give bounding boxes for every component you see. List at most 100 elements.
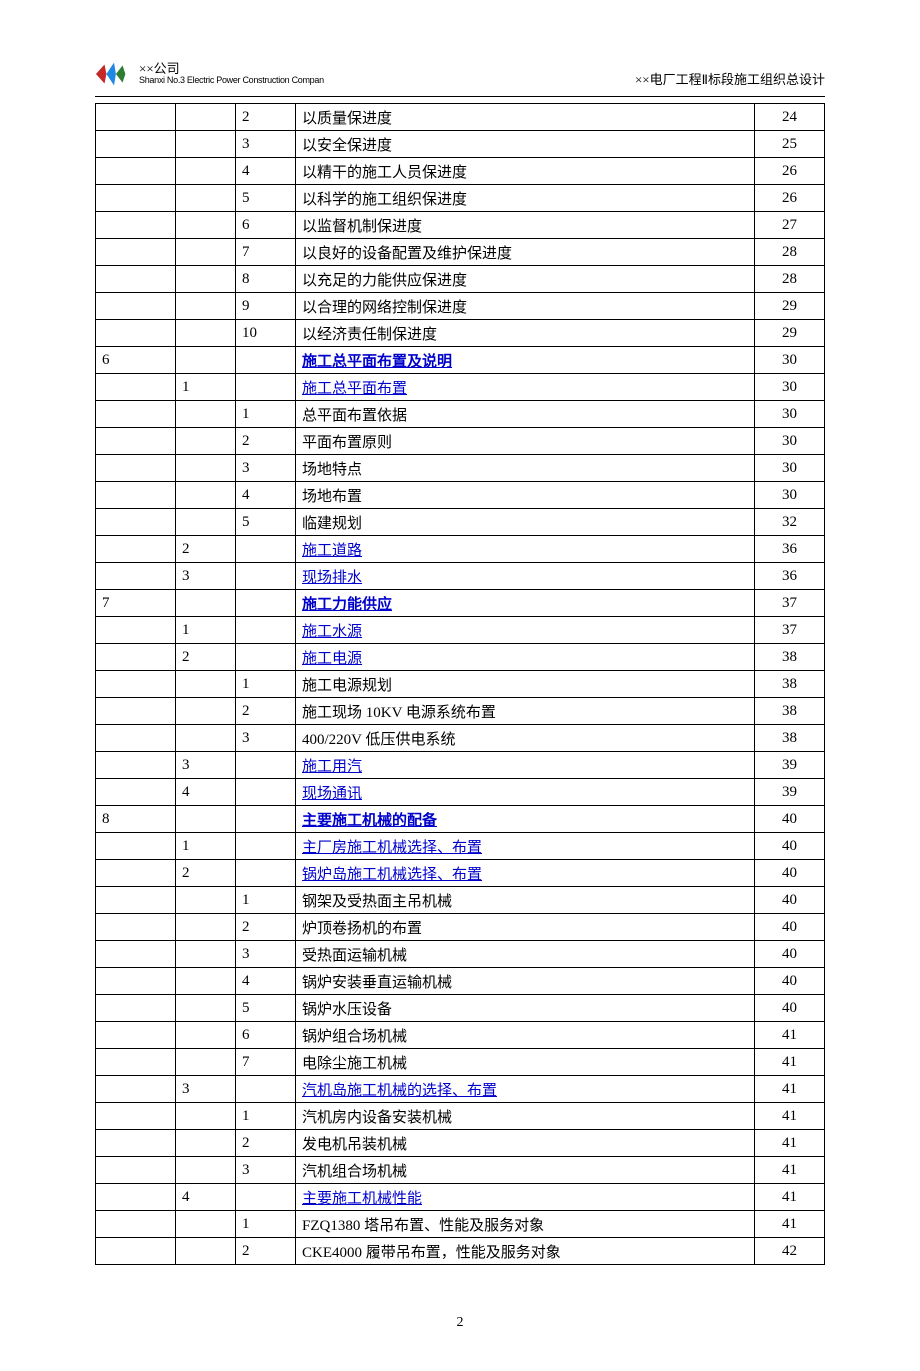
toc-title-cell: 炉顶卷扬机的布置 [296, 914, 755, 941]
toc-title-cell[interactable]: 施工用汽 [296, 752, 755, 779]
page-number: 2 [95, 1315, 825, 1331]
toc-link[interactable]: 施工电源 [302, 651, 362, 667]
toc-title-cell[interactable]: 施工力能供应 [296, 590, 755, 617]
toc-col-level3: 7 [236, 239, 296, 266]
toc-title-cell: 受热面运输机械 [296, 941, 755, 968]
table-row: 6锅炉组合场机械41 [96, 1022, 825, 1049]
toc-link[interactable]: 施工水源 [302, 624, 362, 640]
toc-col-level1 [96, 374, 176, 401]
table-row: 1主厂房施工机械选择、布置40 [96, 833, 825, 860]
toc-page-number: 41 [755, 1157, 825, 1184]
toc-col-level2 [176, 914, 236, 941]
toc-title-cell: 施工电源规划 [296, 671, 755, 698]
toc-col-level2 [176, 1103, 236, 1130]
toc-link[interactable]: 主厂房施工机械选择、布置 [302, 840, 482, 856]
toc-title-cell[interactable]: 主要施工机械的配备 [296, 806, 755, 833]
toc-page-number: 38 [755, 725, 825, 752]
toc-page-number: 28 [755, 266, 825, 293]
toc-link[interactable]: 现场通讯 [302, 786, 362, 802]
toc-col-level2 [176, 428, 236, 455]
toc-page-number: 32 [755, 509, 825, 536]
table-row: 2平面布置原则30 [96, 428, 825, 455]
toc-col-level3: 2 [236, 914, 296, 941]
toc-col-level3: 6 [236, 212, 296, 239]
table-row: 2发电机吊装机械41 [96, 1130, 825, 1157]
toc-col-level1 [96, 779, 176, 806]
toc-col-level3: 3 [236, 1157, 296, 1184]
toc-col-level1 [96, 131, 176, 158]
toc-col-level3: 1 [236, 887, 296, 914]
toc-page-number: 30 [755, 347, 825, 374]
toc-col-level2 [176, 158, 236, 185]
toc-link[interactable]: 锅炉岛施工机械选择、布置 [302, 867, 482, 883]
toc-title-cell[interactable]: 施工总平面布置及说明 [296, 347, 755, 374]
toc-title-cell[interactable]: 锅炉岛施工机械选择、布置 [296, 860, 755, 887]
toc-col-level2 [176, 212, 236, 239]
toc-link[interactable]: 主要施工机械的配备 [302, 813, 437, 829]
toc-page-number: 40 [755, 941, 825, 968]
toc-col-level1 [96, 212, 176, 239]
toc-link[interactable]: 施工道路 [302, 543, 362, 559]
toc-page-number: 30 [755, 374, 825, 401]
toc-col-level1 [96, 860, 176, 887]
toc-col-level1: 8 [96, 806, 176, 833]
toc-col-level1 [96, 671, 176, 698]
table-row: 1施工电源规划38 [96, 671, 825, 698]
toc-title-cell: 400/220V 低压供电系统 [296, 725, 755, 752]
toc-col-level3: 3 [236, 131, 296, 158]
toc-col-level3 [236, 752, 296, 779]
toc-col-level2 [176, 806, 236, 833]
toc-title-cell[interactable]: 施工总平面布置 [296, 374, 755, 401]
toc-table: 2以质量保进度243以安全保进度254以精干的施工人员保进度265以科学的施工组… [95, 103, 825, 1265]
toc-col-level1: 6 [96, 347, 176, 374]
toc-link[interactable]: 主要施工机械性能 [302, 1191, 422, 1207]
toc-title-cell: CKE4000 履带吊布置，性能及服务对象 [296, 1238, 755, 1265]
toc-col-level2: 4 [176, 779, 236, 806]
toc-col-level3: 1 [236, 1211, 296, 1238]
table-row: 9以合理的网络控制保进度29 [96, 293, 825, 320]
toc-col-level3 [236, 833, 296, 860]
toc-page-number: 40 [755, 995, 825, 1022]
toc-col-level3 [236, 1076, 296, 1103]
table-row: 7电除尘施工机械41 [96, 1049, 825, 1076]
toc-link[interactable]: 现场排水 [302, 570, 362, 586]
toc-link[interactable]: 施工力能供应 [302, 597, 392, 613]
toc-col-level3: 4 [236, 158, 296, 185]
toc-title-cell[interactable]: 主厂房施工机械选择、布置 [296, 833, 755, 860]
toc-col-level3: 3 [236, 455, 296, 482]
toc-link[interactable]: 施工用汽 [302, 759, 362, 775]
toc-title-cell: 以监督机制保进度 [296, 212, 755, 239]
toc-page-number: 30 [755, 455, 825, 482]
toc-page-number: 29 [755, 320, 825, 347]
toc-col-level3 [236, 644, 296, 671]
toc-col-level3 [236, 860, 296, 887]
toc-col-level2 [176, 1049, 236, 1076]
page-header: ××公司 Shanxi No.3 Electric Power Construc… [95, 60, 825, 88]
toc-title-cell[interactable]: 现场通讯 [296, 779, 755, 806]
toc-col-level3 [236, 590, 296, 617]
toc-col-level2: 2 [176, 536, 236, 563]
toc-col-level1 [96, 455, 176, 482]
toc-title-cell: 以合理的网络控制保进度 [296, 293, 755, 320]
company-name-cn: ××公司 [139, 62, 324, 76]
toc-col-level2 [176, 671, 236, 698]
toc-page-number: 30 [755, 482, 825, 509]
toc-title-cell[interactable]: 现场排水 [296, 563, 755, 590]
toc-title-cell[interactable]: 施工道路 [296, 536, 755, 563]
toc-col-level2 [176, 887, 236, 914]
table-row: 3汽机组合场机械41 [96, 1157, 825, 1184]
toc-link[interactable]: 施工总平面布置 [302, 381, 407, 397]
table-row: 7以良好的设备配置及维护保进度28 [96, 239, 825, 266]
toc-col-level1 [96, 1049, 176, 1076]
toc-title-cell[interactable]: 施工电源 [296, 644, 755, 671]
toc-page-number: 41 [755, 1184, 825, 1211]
toc-link[interactable]: 汽机岛施工机械的选择、布置 [302, 1083, 497, 1099]
toc-link[interactable]: 施工总平面布置及说明 [302, 354, 452, 370]
toc-col-level2 [176, 509, 236, 536]
table-row: 2CKE4000 履带吊布置，性能及服务对象42 [96, 1238, 825, 1265]
toc-page-number: 40 [755, 887, 825, 914]
toc-title-cell[interactable]: 汽机岛施工机械的选择、布置 [296, 1076, 755, 1103]
table-row: 1施工总平面布置30 [96, 374, 825, 401]
toc-title-cell[interactable]: 主要施工机械性能 [296, 1184, 755, 1211]
toc-title-cell[interactable]: 施工水源 [296, 617, 755, 644]
